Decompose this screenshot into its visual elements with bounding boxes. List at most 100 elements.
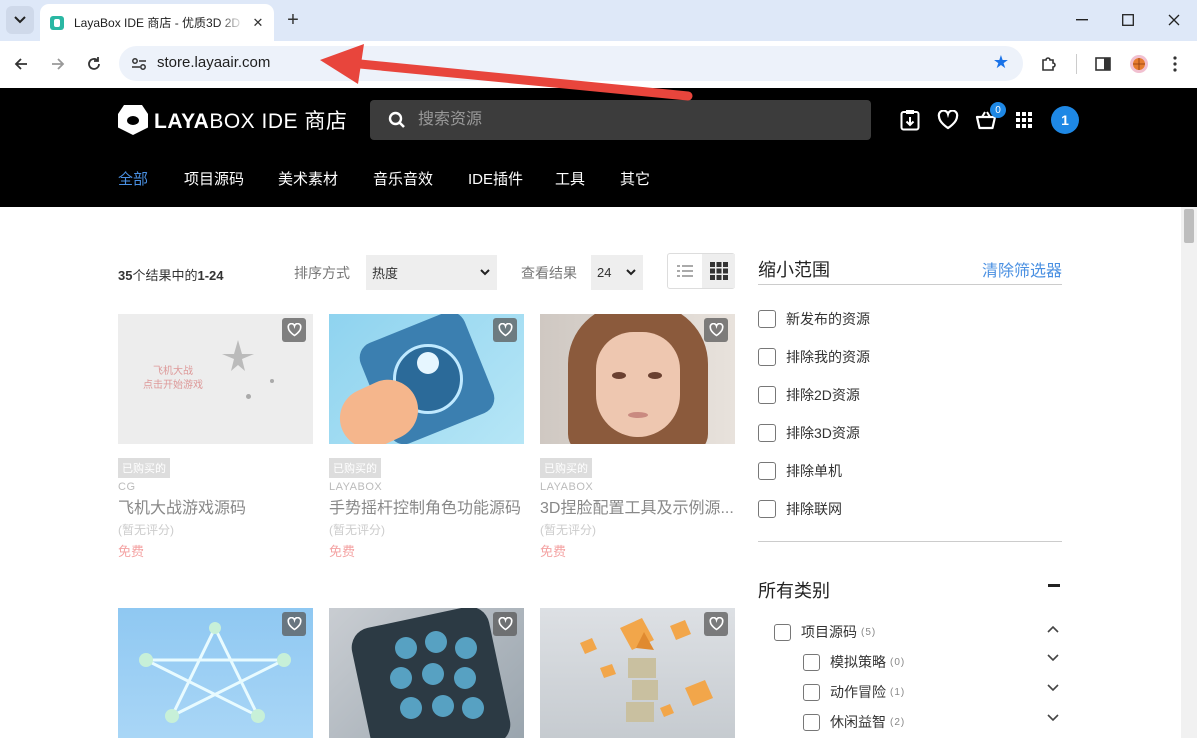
nav-item-other[interactable]: 其它 [620, 168, 650, 189]
product-author[interactable]: LAYABOX [540, 481, 735, 493]
girl-face-thumbnail[interactable] [540, 314, 735, 444]
checkbox[interactable] [774, 623, 791, 641]
browser-menu-button[interactable] [1164, 53, 1186, 75]
favorite-button[interactable] [282, 318, 306, 342]
filter-exclude-single-player[interactable]: 排除单机 [758, 461, 842, 481]
favorites-button[interactable] [936, 108, 960, 132]
new-tab-button[interactable]: + [282, 8, 304, 32]
chevron-up-icon[interactable] [1046, 624, 1060, 634]
nav-item-tools[interactable]: 工具 [555, 168, 585, 189]
scrollbar-thumb[interactable] [1184, 209, 1194, 243]
checkbox[interactable] [803, 683, 820, 701]
bookmark-star-icon[interactable]: ★ [993, 52, 1009, 73]
product-title[interactable]: 飞机大战游戏源码 [118, 494, 313, 518]
favorite-button[interactable] [704, 612, 728, 636]
site-settings-icon[interactable] [129, 54, 149, 74]
chevron-down-icon[interactable] [1046, 713, 1060, 723]
extensions-button[interactable] [1038, 53, 1060, 75]
plane-sprite-icon [222, 340, 254, 371]
window-close-button[interactable] [1160, 6, 1188, 34]
search-input[interactable] [418, 100, 858, 140]
grid-view-button[interactable] [702, 254, 735, 288]
category-count: (0) [890, 656, 906, 668]
checkbox[interactable] [758, 462, 776, 480]
chevron-down-icon [626, 269, 636, 276]
filter-exclude-3d[interactable]: 排除3D资源 [758, 423, 860, 443]
checkbox[interactable] [758, 424, 776, 442]
chevron-down-icon[interactable] [1046, 683, 1060, 693]
category-action-adventure[interactable]: 动作冒险 (1) [803, 682, 905, 702]
content-area: 35个结果中的1-24 排序方式 热度 查看结果 24 飞机大战 点击开始游戏 已… [0, 207, 1181, 738]
nav-item-audio[interactable]: 音乐音效 [373, 168, 433, 189]
checkbox[interactable] [803, 653, 820, 671]
back-button[interactable] [8, 51, 34, 77]
plane-game-thumbnail[interactable]: 飞机大战 点击开始游戏 [118, 314, 313, 444]
product-card[interactable] [329, 608, 524, 738]
checkbox[interactable] [758, 310, 776, 328]
checkbox[interactable] [758, 500, 776, 518]
phone-joystick-thumbnail[interactable] [329, 314, 524, 444]
reload-button[interactable] [81, 51, 107, 77]
apps-button[interactable] [1012, 108, 1036, 132]
cart-button[interactable]: 0 [974, 102, 1006, 132]
checkbox[interactable] [758, 386, 776, 404]
chevron-down-icon [14, 16, 26, 24]
checkbox[interactable] [803, 713, 820, 731]
collapse-minus-icon[interactable] [1048, 584, 1060, 587]
checkbox[interactable] [758, 348, 776, 366]
category-project-source[interactable]: 项目源码 (5) [774, 622, 876, 642]
chevron-down-icon[interactable] [1046, 653, 1060, 663]
clear-filters-link[interactable]: 清除筛选器 [982, 257, 1062, 281]
page-scrollbar[interactable] [1181, 207, 1197, 738]
product-card[interactable]: 飞机大战 点击开始游戏 已购买的 CG 飞机大战游戏源码 (暂无评分) 免费 [118, 314, 313, 560]
side-panel-button[interactable] [1092, 53, 1114, 75]
product-card[interactable] [118, 608, 313, 738]
profile-avatar[interactable] [1128, 53, 1150, 75]
favorite-button[interactable] [282, 612, 306, 636]
heart-icon [497, 323, 513, 337]
product-title[interactable]: 3D捏脸配置工具及示例源... [540, 494, 735, 518]
nav-item-ide-plugins[interactable]: IDE插件 [468, 168, 523, 189]
favorite-button[interactable] [704, 318, 728, 342]
user-avatar[interactable]: 1 [1051, 106, 1079, 134]
category-casual-puzzle[interactable]: 休闲益智 (2) [803, 712, 905, 732]
chevron-down-icon [480, 269, 490, 276]
address-bar[interactable]: store.layaair.com ★ [119, 46, 1023, 81]
product-card[interactable] [540, 608, 735, 738]
filter-exclude-online[interactable]: 排除联网 [758, 499, 842, 519]
filter-exclude-2d[interactable]: 排除2D资源 [758, 385, 860, 405]
floating-cubes-thumbnail[interactable] [540, 608, 735, 738]
phone-buttons-thumbnail[interactable] [329, 608, 524, 738]
category-strategy[interactable]: 模拟策略 (0) [803, 652, 905, 672]
tab-search-button[interactable] [6, 6, 34, 34]
filter-new-releases[interactable]: 新发布的资源 [758, 309, 870, 329]
filter-label: 排除2D资源 [786, 387, 860, 403]
maximize-button[interactable] [1114, 6, 1142, 34]
nav-item-project-source[interactable]: 项目源码 [184, 168, 244, 189]
download-button[interactable] [898, 108, 922, 132]
layabox-logo[interactable]: LAYABOX IDE 商店 [118, 104, 347, 136]
forward-button[interactable] [45, 51, 71, 77]
search-icon[interactable] [388, 111, 406, 129]
nav-item-all[interactable]: 全部 [118, 168, 148, 189]
star-puzzle-thumbnail[interactable] [118, 608, 313, 738]
product-card[interactable]: 已购买的 LAYABOX 手势摇杆控制角色功能源码 (暂无评分) 免费 [329, 314, 524, 560]
product-author[interactable]: CG [118, 481, 313, 493]
per-page-select[interactable]: 24 [591, 255, 643, 290]
favorite-button[interactable] [493, 612, 517, 636]
minimize-button[interactable] [1068, 6, 1096, 34]
favorite-button[interactable] [493, 318, 517, 342]
close-tab-icon[interactable]: ✕ [250, 15, 266, 31]
product-author[interactable]: LAYABOX [329, 481, 524, 493]
side-panel-icon [1095, 57, 1111, 71]
results-count: 35个结果中的1-24 [118, 268, 224, 283]
kebab-menu-icon [1173, 56, 1177, 72]
sort-select[interactable]: 热度 [366, 255, 497, 290]
product-title[interactable]: 手势摇杆控制角色功能源码 [329, 494, 524, 518]
list-view-button[interactable] [668, 254, 702, 288]
url-text[interactable]: store.layaair.com [157, 54, 270, 71]
nav-item-art-assets[interactable]: 美术素材 [278, 168, 338, 189]
filter-exclude-mine[interactable]: 排除我的资源 [758, 347, 870, 367]
product-card[interactable]: 已购买的 LAYABOX 3D捏脸配置工具及示例源... (暂无评分) 免费 [540, 314, 735, 560]
browser-tab[interactable]: LayaBox IDE 商店 - 优质3D 2D ✕ [40, 4, 274, 41]
